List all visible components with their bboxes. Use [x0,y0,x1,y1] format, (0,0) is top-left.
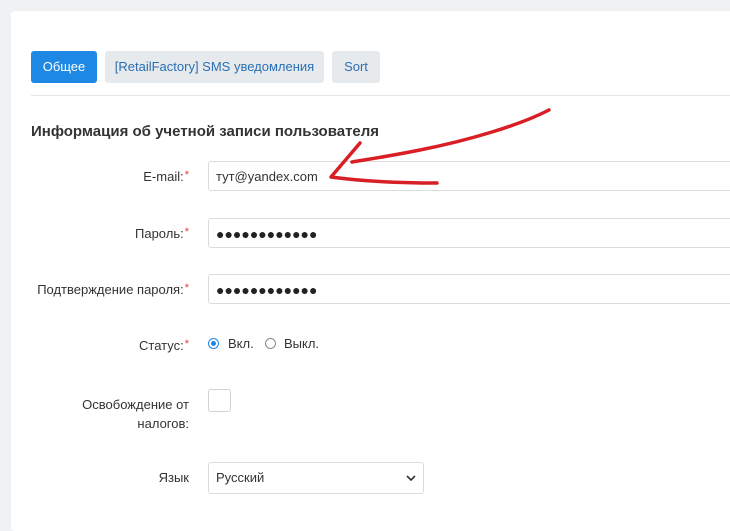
tax-exempt-label-line1: Освобождение от [82,397,189,412]
email-label-text: E-mail: [143,169,184,184]
confirm-password-field[interactable]: ●●●●●●●●●●●● [208,274,730,304]
tab-sort[interactable]: Sort [332,51,380,83]
tax-exempt-checkbox[interactable] [208,389,231,412]
password-label-text: Пароль: [135,226,184,241]
tax-exempt-label: Освобождение от налогов: [82,395,189,433]
tab-general[interactable]: Общее [31,51,97,83]
tab-divider [31,95,730,96]
language-label: Язык [159,470,189,485]
email-field[interactable]: тут@yandex.com [208,161,730,191]
email-label: E-mail:* [143,169,189,184]
required-marker: * [184,169,189,181]
tab-sms-notifications[interactable]: [RetailFactory] SMS уведомления [105,51,324,83]
confirm-password-value: ●●●●●●●●●●●● [216,282,318,298]
required-marker: * [184,338,189,350]
section-title: Информация об учетной записи пользовател… [31,123,380,140]
tax-exempt-label-line2: налогов: [137,416,189,431]
language-label-text: Язык [158,470,189,485]
status-label: Статус:* [139,338,189,353]
password-value: ●●●●●●●●●●●● [216,226,318,242]
password-field[interactable]: ●●●●●●●●●●●● [208,218,730,248]
status-on-radio[interactable] [208,338,219,349]
required-marker: * [184,282,189,294]
required-marker: * [184,226,189,238]
confirm-password-label: Подтверждение пароля:* [37,282,189,297]
email-value: тут@yandex.com [216,169,318,184]
status-label-text: Статус: [139,338,184,353]
language-value: Русский [216,470,265,485]
status-off-label[interactable]: Выкл. [284,336,319,351]
password-label: Пароль:* [135,226,189,241]
language-select[interactable]: Русский [208,462,424,494]
confirm-password-label-text: Подтверждение пароля: [37,282,184,297]
status-off-radio[interactable] [265,338,276,349]
status-on-label[interactable]: Вкл. [228,336,254,351]
chevron-down-icon [406,475,416,482]
content-card [11,11,730,531]
